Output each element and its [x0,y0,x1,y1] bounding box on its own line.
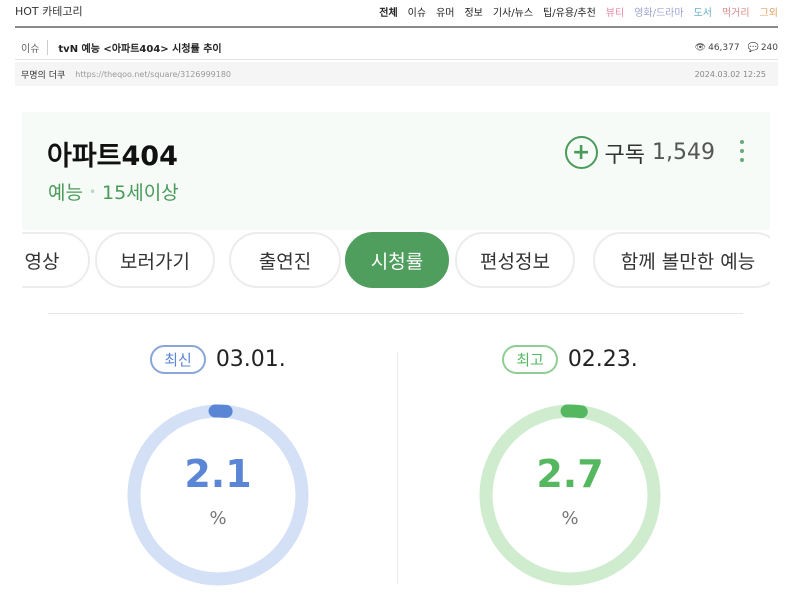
show-title: 아파트404 [47,141,178,172]
tab-item[interactable]: 편성정보 [455,232,575,288]
category-menu-item[interactable]: 유머 [436,4,454,19]
show-rating-age: 15세이상 [102,182,179,204]
best-rating-header: 최고 02.23. [420,345,720,374]
tab-item[interactable]: 출연진 [229,232,341,288]
subscribe-count: 1,549 [652,140,715,165]
show-tabs: 영상 보러가기 출연진 시청률 편성정보 함께 볼만한 예능 [22,232,770,290]
subscribe-button[interactable]: + 구독 1,549 [564,136,715,169]
divider [48,313,743,314]
tab-item[interactable]: 영상 [22,232,90,288]
category-menu-item[interactable]: 뷰티 [606,4,624,19]
latest-rating-value: 2.1 [184,452,252,496]
view-count: 46,377 [708,42,740,53]
category-menu-item[interactable]: 기사/뉴스 [493,4,533,19]
latest-rating-header: 최신 03.01. [68,345,368,374]
category-menu-item[interactable]: 도서 [694,4,712,19]
best-badge: 최고 [502,345,558,374]
post-datetime: 2024.03.02 12:25 [694,69,766,79]
category-menu-item[interactable]: 팁/유용/추천 [543,4,596,19]
vertical-divider [397,352,398,584]
post-title: tvN 예능 <아파트404> 시청률 추이 [58,44,222,55]
comment-count: 240 [760,42,778,53]
post-header: 이슈 tvN 예능 <아파트404> 시청률 추이 👁 46,377 💬 240 [15,36,778,60]
latest-badge: 최신 [150,345,206,374]
category-menu-item[interactable]: 정보 [464,4,482,19]
tab-item[interactable]: 시청률 [345,232,449,288]
hot-category-nav: HOT 카테고리 전체 이슈 유머 정보 기사/뉴스 팁/유용/추천 뷰티 영화/드라마 도서 먹… [15,0,778,28]
more-options-icon[interactable] [740,140,744,162]
best-rating-panel: 최고 02.23. 2.7% [420,345,720,601]
latest-rating-unit: % [209,508,227,529]
tab-item[interactable]: 보러가기 [95,232,215,288]
category-menu-item[interactable]: 전체 [379,4,397,19]
post-author: 무명의 더쿠 [21,70,66,81]
category-menu-item[interactable]: 이슈 [408,4,426,19]
post-meta: 무명의 더쿠 https://theqoo.net/square/3126999… [15,62,778,86]
show-meta: 예능 • 15세이상 [48,178,179,205]
tab-item[interactable]: 함께 볼만한 예능 [593,232,770,288]
latest-date: 03.01. [215,347,286,372]
eye-icon: 👁 [694,42,707,53]
post-category[interactable]: 이슈 [15,40,49,55]
best-rating-unit: % [561,508,579,529]
subscribe-label: 구독 [604,142,646,168]
post-url[interactable]: https://theqoo.net/square/3126999180 [75,70,694,79]
latest-rating-panel: 최신 03.01. 2.1% [68,345,368,601]
category-menu-item[interactable]: 영화/드라마 [634,4,683,19]
best-rating-value: 2.7 [536,452,604,496]
category-menu-item[interactable]: 그외 [760,4,778,19]
separator-dot: • [88,184,97,199]
hot-category-title: HOT 카테고리 [15,5,83,18]
category-menu-item[interactable]: 먹거리 [722,4,750,19]
category-menu: 전체 이슈 유머 정보 기사/뉴스 팁/유용/추천 뷰티 영화/드라마 도서 먹거리 그외 [379,4,778,23]
plus-icon: + [564,136,598,169]
best-date: 02.23. [567,347,638,372]
comment-icon: 💬 [747,42,759,53]
show-info-card: 아파트404 예능 • 15세이상 + 구독 1,549 [22,112,770,230]
post-stats: 👁 46,377 💬 240 [695,43,778,53]
show-genre: 예능 [48,182,83,204]
